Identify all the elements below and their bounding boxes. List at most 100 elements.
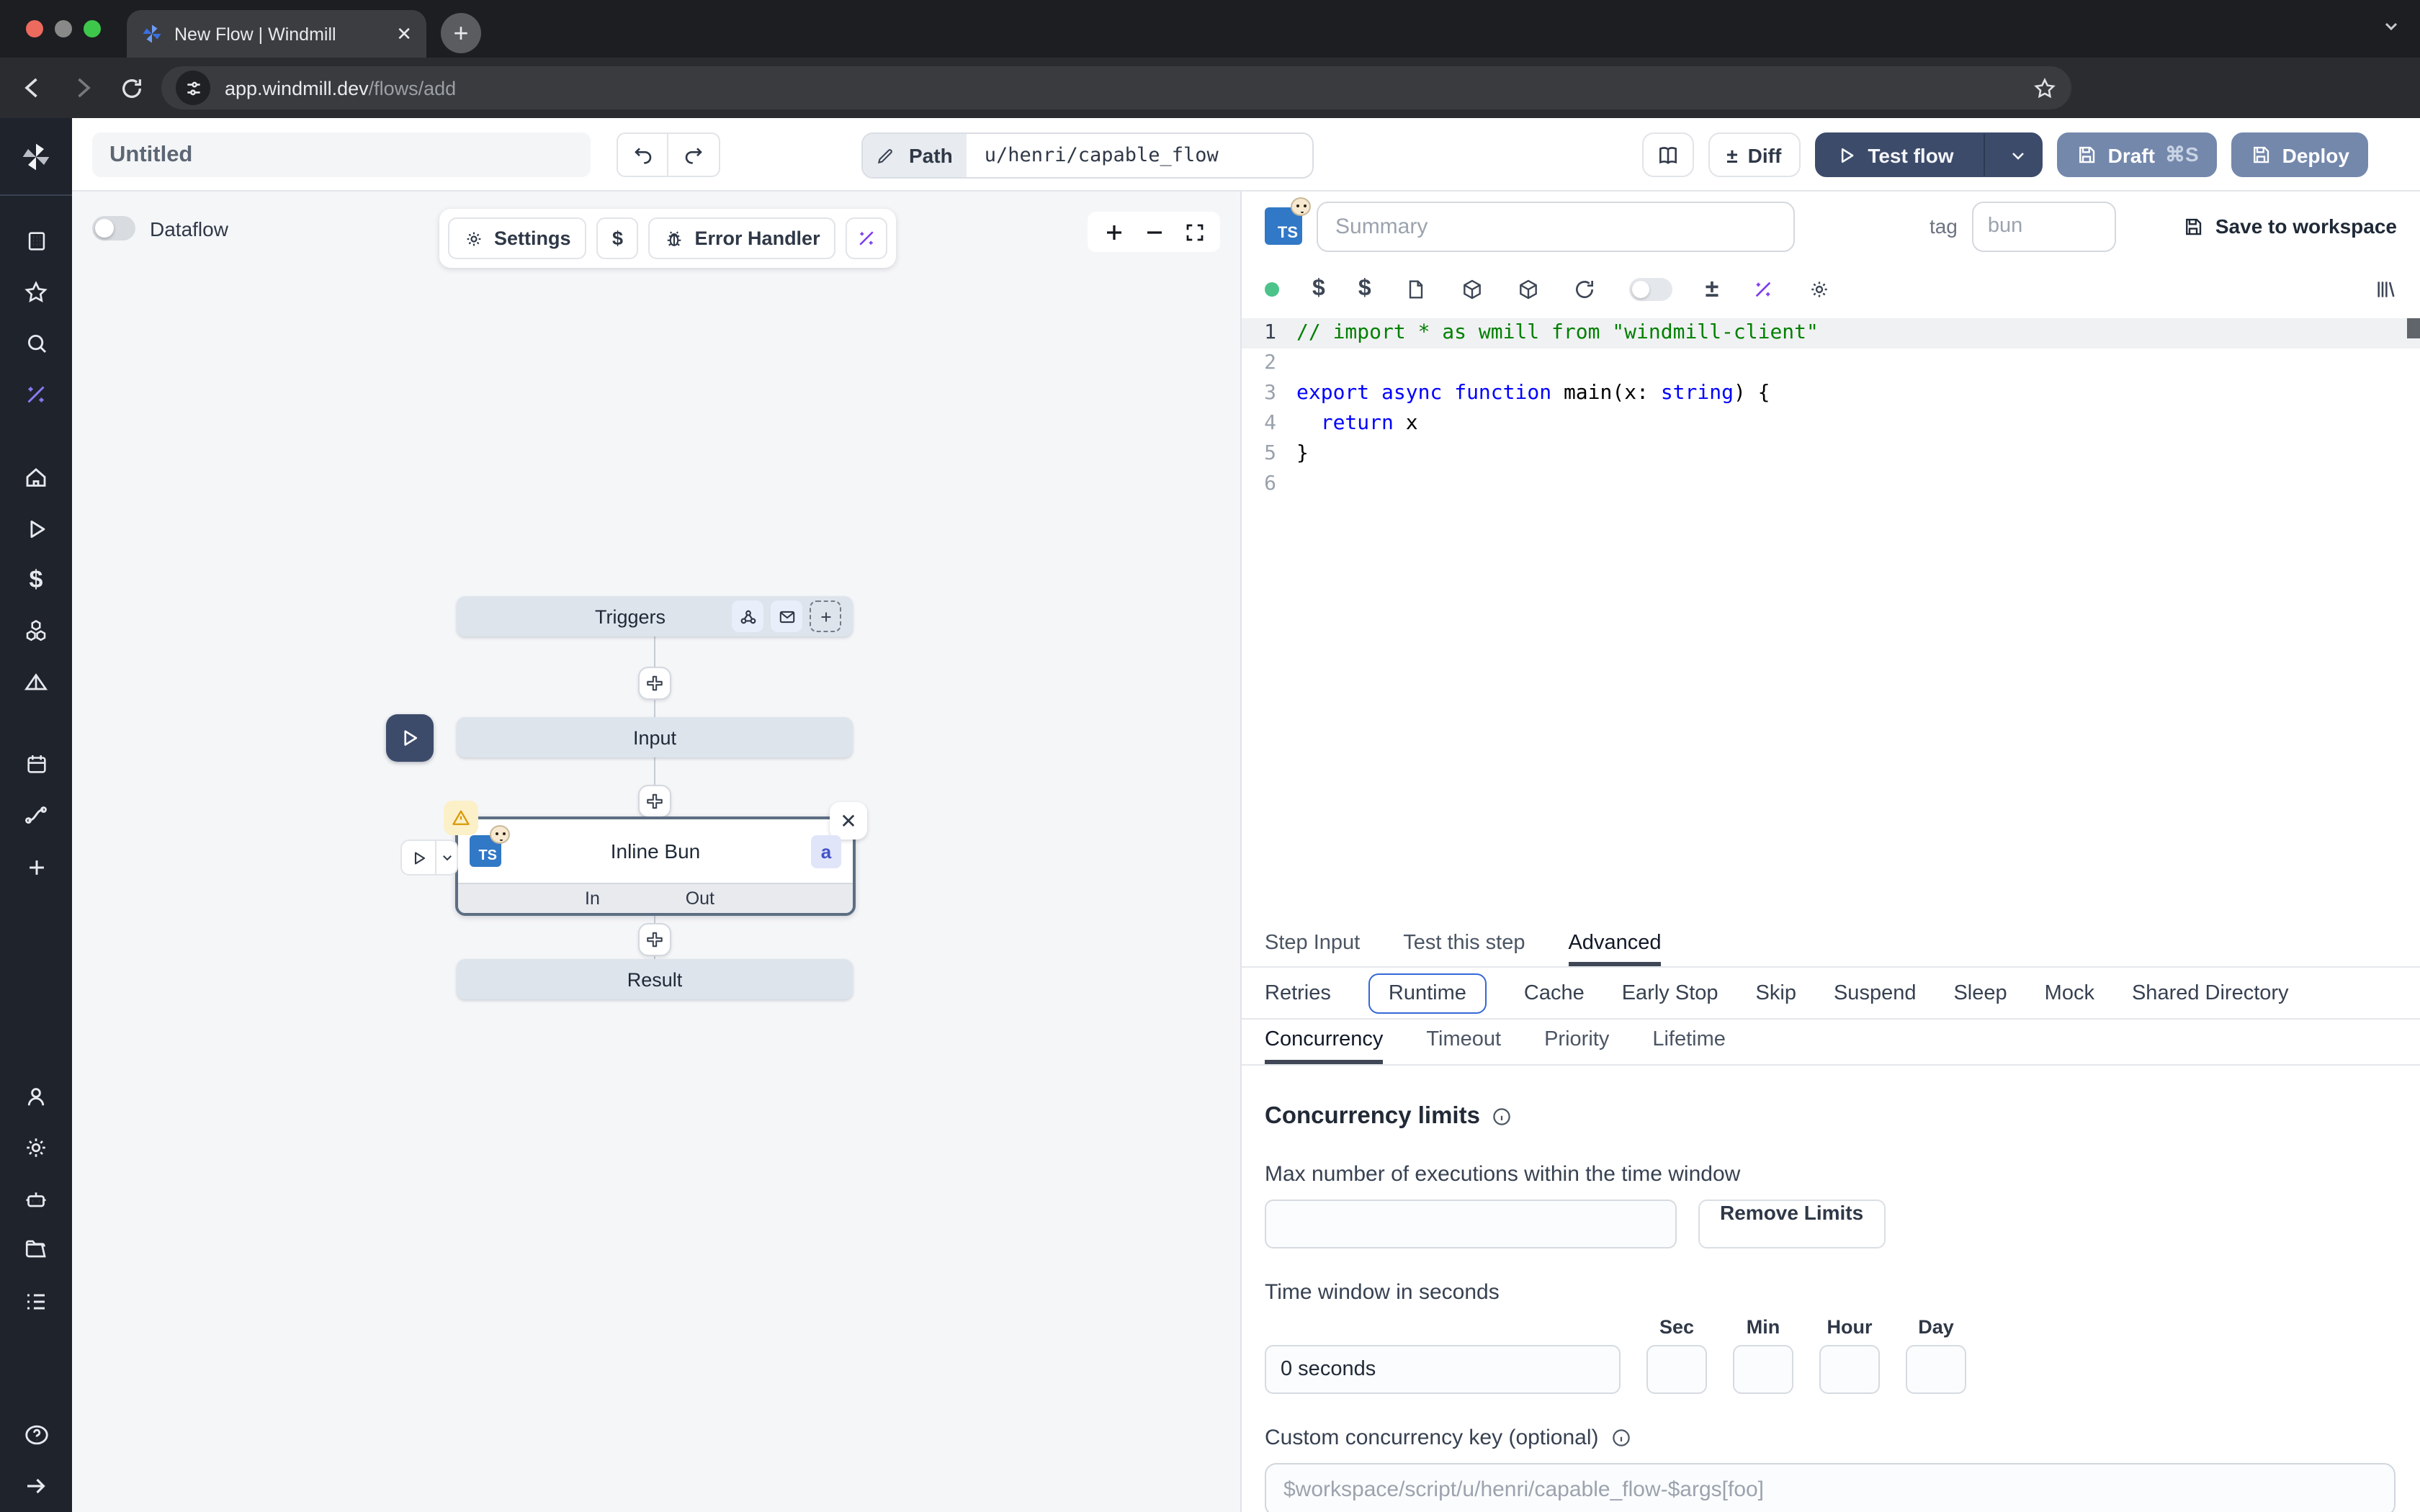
custom-key-input[interactable] — [1265, 1463, 2396, 1512]
tab-retries[interactable]: Retries — [1265, 981, 1331, 1004]
tab-close-icon[interactable]: ✕ — [396, 22, 412, 45]
max-executions-input[interactable] — [1265, 1200, 1677, 1248]
sidebar-home-icon[interactable] — [0, 452, 72, 503]
error-handler-button[interactable]: Error Handler — [649, 217, 836, 259]
tab-concurrency[interactable]: Concurrency — [1265, 1020, 1383, 1064]
diff-icon[interactable]: ± — [1706, 275, 1719, 304]
sidebar-search-icon[interactable] — [0, 318, 72, 369]
tab-priority[interactable]: Priority — [1544, 1020, 1609, 1064]
ai-wand-icon[interactable] — [1752, 278, 1775, 301]
tab-skip[interactable]: Skip — [1756, 981, 1796, 1004]
deploy-button[interactable]: Deploy — [2232, 132, 2368, 177]
webhook-icon[interactable] — [732, 600, 763, 632]
sidebar-workspace-icon[interactable] — [0, 216, 72, 267]
library-icon[interactable] — [2374, 278, 2397, 301]
run-step-play-button[interactable] — [400, 840, 436, 876]
script-file-icon[interactable] — [1404, 278, 1428, 301]
new-tab-button[interactable]: + — [441, 13, 481, 53]
code-line[interactable]: 2 — [1242, 348, 2420, 379]
traffic-zoom-button[interactable] — [84, 20, 101, 37]
code-line[interactable]: 4 return x — [1242, 409, 2420, 439]
tab-sleep[interactable]: Sleep — [1953, 981, 2007, 1004]
redo-button[interactable] — [668, 132, 720, 177]
forward-icon[interactable] — [58, 63, 107, 112]
tab-early-stop[interactable]: Early Stop — [1622, 981, 1718, 1004]
sidebar-schedules-icon[interactable] — [0, 657, 72, 708]
site-settings-icon[interactable] — [176, 71, 210, 105]
editor-settings-gear-icon[interactable] — [1808, 278, 1831, 301]
step-header[interactable]: TS Inline Bun a — [458, 819, 853, 883]
tag-input[interactable] — [1972, 201, 2116, 251]
save-to-workspace-button[interactable]: Save to workspace — [2182, 215, 2397, 238]
step-node-inline-bun[interactable]: ✕ TS Inline Bun a In Out — [455, 816, 856, 916]
triggers-node[interactable]: Triggers — [457, 596, 853, 636]
tab-advanced[interactable]: Advanced — [1568, 923, 1661, 966]
min-input[interactable] — [1733, 1345, 1793, 1394]
add-trigger-button[interactable] — [810, 600, 841, 632]
reset-icon[interactable] — [1573, 278, 1596, 301]
sidebar-settings-icon[interactable] — [0, 1122, 72, 1174]
diff-button[interactable]: ± Diff — [1708, 132, 1800, 177]
url-bar[interactable]: app.windmill.dev/flows/add — [161, 66, 2071, 109]
flow-variables-button[interactable]: $ — [597, 217, 639, 259]
tab-step-input[interactable]: Step Input — [1265, 923, 1360, 966]
editor-scrollbar[interactable] — [2407, 318, 2420, 338]
undo-button[interactable] — [617, 132, 668, 177]
reload-icon[interactable] — [107, 63, 156, 112]
canvas-ai-button[interactable] — [846, 217, 888, 259]
sidebar-flows-icon[interactable] — [0, 790, 72, 841]
tab-lifetime[interactable]: Lifetime — [1652, 1020, 1726, 1064]
sidebar-ai-wand-icon[interactable] — [0, 369, 72, 420]
time-window-input[interactable] — [1265, 1345, 1621, 1394]
zoom-out-button[interactable] — [1137, 215, 1171, 249]
sidebar-calendar-icon[interactable] — [0, 739, 72, 790]
code-line[interactable]: 1// import * as wmill from "windmill-cli… — [1242, 318, 2420, 348]
traffic-minimize-button[interactable] — [55, 20, 72, 37]
tab-test-this-step[interactable]: Test this step — [1403, 923, 1525, 966]
remove-limits-button[interactable]: Remove Limits — [1698, 1200, 1885, 1248]
insert-step-button[interactable] — [638, 785, 671, 818]
flow-canvas[interactable]: Dataflow Settings $ Error Handler — [72, 192, 1242, 1512]
test-flow-dropdown[interactable] — [1996, 134, 2042, 176]
sidebar-favorites-icon[interactable] — [0, 267, 72, 318]
tab-suspend[interactable]: Suspend — [1834, 981, 1917, 1004]
code-editor[interactable]: 1// import * as wmill from "windmill-cli… — [1242, 318, 2420, 923]
package-icon[interactable] — [1517, 278, 1540, 301]
zoom-in-button[interactable] — [1096, 215, 1131, 249]
traffic-close-button[interactable] — [26, 20, 43, 37]
back-icon[interactable] — [9, 63, 58, 112]
sec-input[interactable] — [1646, 1345, 1707, 1394]
tab-timeout[interactable]: Timeout — [1426, 1020, 1501, 1064]
sidebar-variables-icon[interactable]: $ — [0, 554, 72, 606]
edit-pencil-icon[interactable] — [863, 134, 906, 177]
sidebar-add-icon[interactable] — [0, 841, 72, 892]
sidebar-workers-icon[interactable] — [0, 1174, 72, 1225]
draft-button[interactable]: Draft ⌘S — [2058, 132, 2218, 177]
result-node[interactable]: Result — [457, 959, 853, 999]
run-step-chevron-button[interactable] — [436, 840, 458, 876]
test-flow-button[interactable]: Test flow — [1814, 132, 2043, 177]
summary-input[interactable] — [1317, 201, 1795, 251]
tab-mock[interactable]: Mock — [2045, 981, 2094, 1004]
variables-icon[interactable]: $ — [1312, 276, 1325, 302]
code-line[interactable]: 6 — [1242, 469, 2420, 500]
sidebar-logs-icon[interactable] — [0, 1276, 72, 1327]
sidebar-resources-icon[interactable] — [0, 606, 72, 657]
code-line[interactable]: 3export async function main(x: string) { — [1242, 379, 2420, 409]
day-input[interactable] — [1906, 1345, 1966, 1394]
insert-step-button[interactable] — [638, 923, 671, 956]
package-icon[interactable] — [1461, 278, 1484, 301]
sidebar-runs-icon[interactable] — [0, 503, 72, 554]
run-flow-play-button[interactable] — [386, 714, 434, 762]
editor-toggle[interactable] — [1629, 278, 1672, 301]
browser-tab[interactable]: New Flow | Windmill ✕ — [127, 10, 426, 58]
fit-view-button[interactable] — [1177, 215, 1211, 249]
path-input[interactable] — [967, 134, 1313, 177]
input-node[interactable]: Input — [457, 717, 853, 757]
sidebar-users-icon[interactable] — [0, 1071, 72, 1122]
step-out-button[interactable]: Out — [686, 888, 714, 909]
flow-settings-button[interactable]: Settings — [448, 217, 587, 259]
insert-step-button[interactable] — [638, 667, 671, 700]
hour-input[interactable] — [1819, 1345, 1880, 1394]
sidebar-folders-icon[interactable] — [0, 1225, 72, 1276]
